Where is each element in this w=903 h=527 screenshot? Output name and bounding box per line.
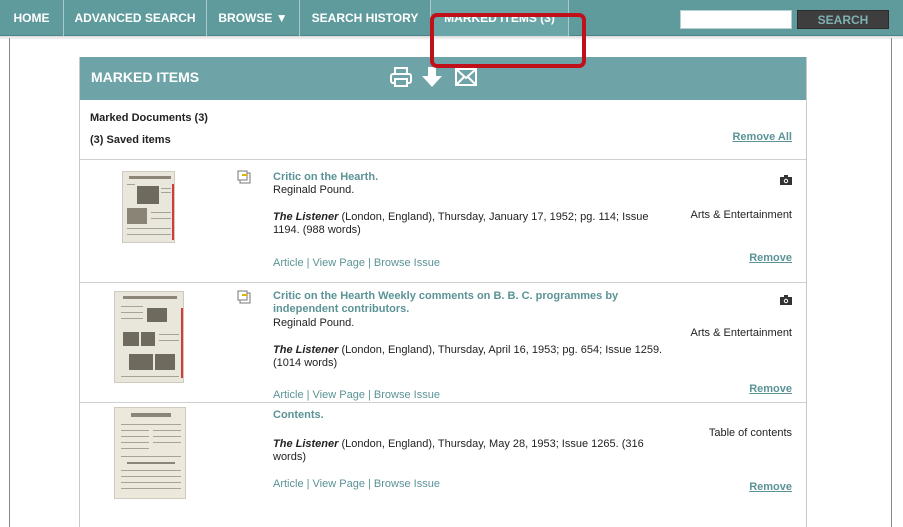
document-links: Article | View Page | Browse Issue	[273, 478, 440, 490]
page-thumbnail[interactable]	[122, 171, 175, 243]
nav-advanced-search[interactable]: ADVANCED SEARCH	[64, 0, 207, 36]
result-row: Contents. The Listener (London, England)…	[80, 403, 806, 527]
nav-browse[interactable]: BROWSE ▼	[207, 0, 300, 36]
top-navigation: HOME ADVANCED SEARCH BROWSE ▼ SEARCH HIS…	[0, 0, 903, 36]
document-category: Arts & Entertainment	[690, 327, 793, 339]
article-link[interactable]: Article	[273, 478, 304, 490]
marked-items-panel: MARKED ITEMS Marked Documents (3) (3) Sa…	[79, 57, 807, 527]
search-input[interactable]	[680, 10, 792, 29]
remove-link[interactable]: Remove	[749, 383, 792, 395]
browse-issue-link[interactable]: Browse Issue	[374, 478, 440, 490]
publication-name: The Listener	[273, 211, 339, 223]
article-link[interactable]: Article	[273, 389, 304, 401]
page-border-left	[9, 38, 10, 527]
document-title-link[interactable]: Critic on the Hearth Weekly comments on …	[273, 290, 633, 316]
page-border-right	[891, 38, 892, 527]
nav-shadow	[0, 36, 903, 40]
document-author: Reginald Pound.	[273, 317, 355, 329]
marked-documents-count: Marked Documents (3)	[90, 112, 208, 124]
page-thumbnail[interactable]	[114, 291, 184, 383]
saved-items-count: (3) Saved items	[90, 134, 171, 146]
print-icon[interactable]	[389, 65, 413, 89]
publication-name: The Listener	[273, 438, 339, 450]
document-citation: The Listener (London, England), Thursday…	[273, 344, 663, 370]
document-category: Arts & Entertainment	[690, 209, 793, 221]
view-page-link[interactable]: View Page	[313, 257, 365, 269]
result-row: Critic on the Hearth. Reginald Pound. Th…	[80, 161, 806, 283]
marked-summary: Marked Documents (3) (3) Saved items Rem…	[80, 100, 806, 160]
camera-icon	[780, 295, 792, 305]
view-page-link[interactable]: View Page	[313, 389, 365, 401]
panel-title: MARKED ITEMS	[91, 69, 200, 85]
remove-link[interactable]: Remove	[749, 252, 792, 264]
remove-all-link[interactable]: Remove All	[732, 131, 792, 143]
nav-marked-items[interactable]: MARKED ITEMS (3)	[431, 0, 569, 36]
document-citation: The Listener (London, England), Thursday…	[273, 211, 663, 237]
browse-issue-link[interactable]: Browse Issue	[374, 257, 440, 269]
document-links: Article | View Page | Browse Issue	[273, 257, 440, 269]
publication-name: The Listener	[273, 344, 339, 356]
article-link[interactable]: Article	[273, 257, 304, 269]
browse-issue-link[interactable]: Browse Issue	[374, 389, 440, 401]
note-icon[interactable]	[237, 290, 251, 304]
document-links: Article | View Page | Browse Issue	[273, 389, 440, 401]
remove-link[interactable]: Remove	[749, 481, 792, 493]
document-title-link[interactable]: Critic on the Hearth.	[273, 171, 633, 184]
document-title-link[interactable]: Contents.	[273, 409, 633, 422]
camera-icon	[780, 175, 792, 185]
email-icon[interactable]	[454, 65, 478, 89]
search-button[interactable]: SEARCH	[797, 10, 889, 29]
download-icon[interactable]	[420, 65, 444, 89]
result-row: Critic on the Hearth Weekly comments on …	[80, 283, 806, 403]
page-thumbnail[interactable]	[114, 407, 186, 499]
nav-home[interactable]: HOME	[0, 0, 64, 36]
document-author: Reginald Pound.	[273, 184, 355, 196]
document-category: Table of contents	[708, 427, 792, 439]
note-icon[interactable]	[237, 170, 251, 184]
panel-header: MARKED ITEMS	[80, 57, 806, 100]
view-page-link[interactable]: View Page	[313, 478, 365, 490]
nav-search-history[interactable]: SEARCH HISTORY	[300, 0, 431, 36]
document-citation: The Listener (London, England), Thursday…	[273, 438, 663, 464]
